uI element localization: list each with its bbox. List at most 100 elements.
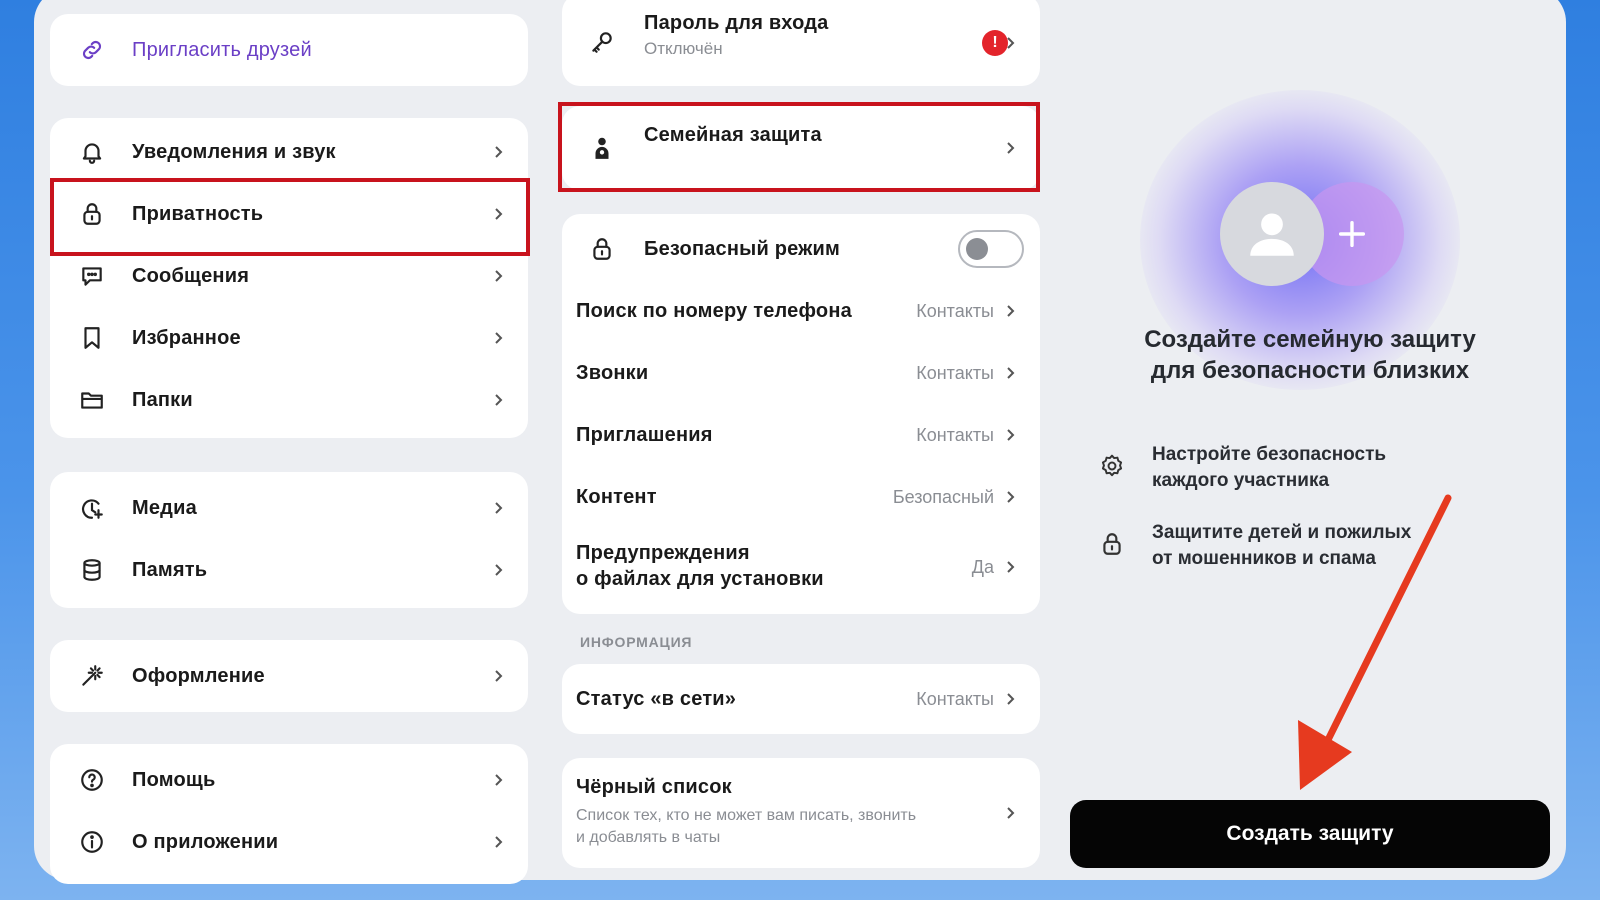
chevron-right-icon: [1004, 366, 1018, 380]
chevron-right-icon: [1004, 490, 1018, 504]
chevron-right-icon: [1004, 806, 1018, 820]
menu-item-label: Уведомления и звук: [132, 140, 336, 163]
red-arrow-annotation: [1298, 494, 1452, 790]
settings-group-4: Помощь О приложении: [50, 744, 528, 884]
setting-label: Предупреждения: [576, 542, 750, 564]
bookmark-icon: [78, 324, 106, 352]
toggle-knob: [966, 238, 988, 260]
menu-item-label: Сообщения: [132, 264, 250, 287]
setting-label: Поиск по номеру телефона: [576, 299, 852, 322]
chevron-right-icon: [492, 393, 506, 407]
chevron-right-icon: [1004, 560, 1018, 574]
setting-label-line2: о файлах для установки: [576, 568, 824, 590]
blacklist-desc-line1: Список тех, кто не может вам писать, зво…: [576, 807, 917, 824]
invite-friends-item[interactable]: Пригласить друзей: [50, 14, 528, 86]
login-password-label: Пароль для входа: [644, 12, 829, 34]
menu-item-label: Помощь: [132, 768, 216, 791]
folder-icon: [78, 386, 106, 414]
content-item[interactable]: Контент Безопасный: [562, 466, 1040, 528]
password-card: Пароль для входа Отключён !: [562, 0, 1040, 86]
menu-item-label: Медиа: [132, 496, 197, 519]
setting-value: Контакты: [916, 424, 994, 445]
help-icon: [78, 766, 106, 794]
setting-label: Приглашения: [576, 423, 713, 446]
calls-item[interactable]: Звонки Контакты: [562, 342, 1040, 404]
promo-title-line1: Создайте семейную защиту: [1144, 326, 1476, 353]
invite-friends-label: Пригласить друзей: [132, 38, 312, 61]
chevron-right-icon: [492, 669, 506, 683]
online-status-card: Статус «в сети» Контакты: [562, 664, 1040, 734]
setting-value: Контакты: [916, 688, 994, 709]
settings-group-2: Медиа Память: [50, 472, 528, 608]
link-icon: [78, 36, 106, 64]
setting-value: Контакты: [916, 300, 994, 321]
menu-item-label: О приложении: [132, 830, 279, 853]
settings-group-3: Оформление: [50, 640, 528, 712]
person-icon: [1250, 213, 1294, 256]
menu-item-favorites[interactable]: Избранное: [50, 306, 528, 370]
safe-mode-toggle[interactable]: [958, 230, 1024, 268]
menu-item-label: Память: [132, 558, 208, 581]
bell-icon: [78, 138, 106, 166]
invite-card: Пригласить друзей: [50, 14, 528, 86]
gear-icon: [1098, 452, 1126, 480]
chevron-right-icon: [492, 501, 506, 515]
menu-item-media[interactable]: Медиа: [50, 476, 528, 540]
promo-title-line2: для безопасности близких: [1150, 357, 1470, 384]
media-icon: [78, 494, 106, 522]
privacy-settings-card: Безопасный режим Поиск по номеру телефон…: [562, 214, 1040, 614]
chevron-right-icon: [1004, 36, 1018, 50]
menu-item-help[interactable]: Помощь: [50, 748, 528, 812]
chevron-right-icon: [492, 835, 506, 849]
family-protection-highlight-frame: [558, 102, 1040, 192]
feature-line1: Настройте безопасность: [1152, 444, 1387, 465]
settings-group-1: Уведомления и звук Приватность Сообщения…: [50, 118, 528, 438]
chevron-right-icon: [1004, 428, 1018, 442]
setting-label: Звонки: [576, 361, 649, 384]
setting-value: Контакты: [916, 362, 994, 383]
lock-icon: [1098, 530, 1126, 558]
blacklist-description: Список тех, кто не может вам писать, зво…: [576, 805, 916, 849]
invitations-item[interactable]: Приглашения Контакты: [562, 404, 1040, 466]
menu-item-about[interactable]: О приложении: [50, 810, 528, 874]
blacklist-desc-line2: и добавлять в чаты: [576, 829, 721, 846]
login-password-item[interactable]: Пароль для входа Отключён !: [562, 4, 1040, 82]
create-protection-button[interactable]: Создать защиту: [1070, 800, 1550, 868]
chevron-right-icon: [492, 145, 506, 159]
menu-item-label: Оформление: [132, 664, 265, 687]
chevron-right-icon: [1004, 304, 1018, 318]
chat-icon: [78, 262, 106, 290]
chevron-right-icon: [1004, 692, 1018, 706]
blacklist-label: Чёрный список: [576, 776, 732, 798]
menu-item-folders[interactable]: Папки: [50, 368, 528, 432]
safe-mode-item: Безопасный режим: [562, 218, 1040, 280]
feature-configure-security: Настройте безопасность каждого участника: [1152, 442, 1386, 494]
promo-title: Создайте семейную защиту для безопасност…: [1040, 324, 1580, 386]
phone-search-item[interactable]: Поиск по номеру телефона Контакты: [562, 280, 1040, 342]
avatar: [1220, 182, 1324, 286]
chevron-right-icon: [492, 269, 506, 283]
menu-item-notifications[interactable]: Уведомления и звук: [50, 120, 528, 184]
menu-item-appearance[interactable]: Оформление: [50, 644, 528, 708]
chevron-right-icon: [492, 331, 506, 345]
privacy-highlight-frame: [50, 178, 530, 256]
setting-value: Безопасный: [892, 486, 994, 507]
info-icon: [78, 828, 106, 856]
login-password-status: Отключён: [644, 39, 723, 58]
key-icon: [588, 28, 616, 56]
database-icon: [78, 556, 106, 584]
install-warnings-item[interactable]: Предупреждения о файлах для установки Да: [562, 528, 1040, 606]
lock-icon: [588, 235, 616, 263]
menu-item-label: Избранное: [132, 326, 241, 349]
online-status-item[interactable]: Статус «в сети» Контакты: [562, 664, 1040, 734]
setting-value: Да: [971, 556, 994, 577]
chevron-right-icon: [492, 563, 506, 577]
magic-wand-icon: [78, 662, 106, 690]
chevron-right-icon: [492, 773, 506, 787]
blacklist-item[interactable]: Чёрный список Список тех, кто не может в…: [562, 758, 1040, 868]
safe-mode-label: Безопасный режим: [644, 237, 841, 260]
menu-item-label: Папки: [132, 388, 193, 411]
menu-item-storage[interactable]: Память: [50, 538, 528, 602]
setting-label: Контент: [576, 485, 657, 508]
setting-label: Статус «в сети»: [576, 687, 737, 710]
